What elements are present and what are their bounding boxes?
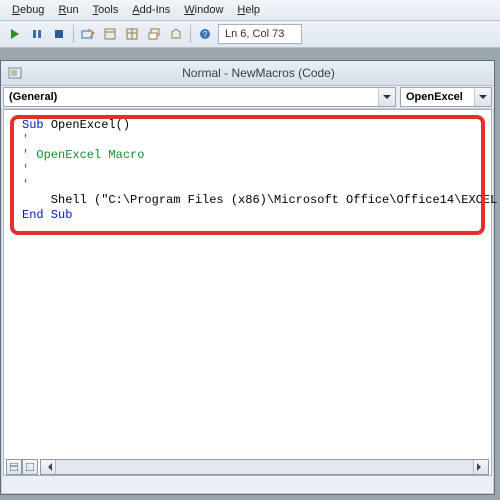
stop-button[interactable] — [49, 24, 69, 44]
chevron-down-icon — [378, 88, 395, 106]
project-explorer-button[interactable] — [100, 24, 120, 44]
menu-tools[interactable]: Tools — [87, 2, 125, 18]
svg-text:?: ? — [203, 30, 208, 39]
code-window: Normal - NewMacros (Code) (General) Open… — [0, 60, 495, 495]
menu-run[interactable]: Run — [52, 2, 84, 18]
code-text: Sub OpenExcel() ' ' OpenExcel Macro ' ' … — [4, 110, 491, 231]
menu-addins[interactable]: Add-Ins — [126, 2, 176, 18]
separator — [190, 25, 191, 43]
cursor-position: Ln 6, Col 73 — [218, 24, 302, 44]
chevron-down-icon — [474, 88, 491, 106]
full-module-view-button[interactable] — [6, 459, 22, 475]
object-browser-button[interactable] — [144, 24, 164, 44]
code-window-titlebar[interactable]: Normal - NewMacros (Code) — [1, 61, 494, 86]
menu-bar: Debug Run Tools Add-Ins Window Help — [0, 0, 500, 21]
properties-button[interactable] — [122, 24, 142, 44]
procedure-view-button[interactable] — [22, 459, 38, 475]
module-icon — [7, 65, 23, 81]
help-button[interactable]: ? — [195, 24, 215, 44]
design-mode-button[interactable] — [78, 24, 98, 44]
menu-help[interactable]: Help — [231, 2, 266, 18]
scroll-right-button[interactable] — [473, 460, 488, 474]
code-window-title: Normal - NewMacros (Code) — [29, 66, 488, 80]
code-window-footer — [4, 459, 491, 475]
separator — [73, 25, 74, 43]
toolbar: ? Ln 6, Col 73 — [0, 21, 500, 48]
toolbox-button[interactable] — [166, 24, 186, 44]
menu-debug[interactable]: Debug — [6, 2, 50, 18]
object-proc-selectors: (General) OpenExcel — [1, 86, 494, 109]
procedure-dropdown[interactable]: OpenExcel — [400, 87, 492, 107]
code-editor[interactable]: Sub OpenExcel() ' ' OpenExcel Macro ' ' … — [3, 109, 492, 476]
run-button[interactable] — [5, 24, 25, 44]
scroll-left-button[interactable] — [41, 460, 56, 474]
object-dropdown[interactable]: (General) — [3, 87, 396, 107]
horizontal-scrollbar[interactable] — [40, 459, 489, 475]
pause-button[interactable] — [27, 24, 47, 44]
menu-window[interactable]: Window — [178, 2, 229, 18]
